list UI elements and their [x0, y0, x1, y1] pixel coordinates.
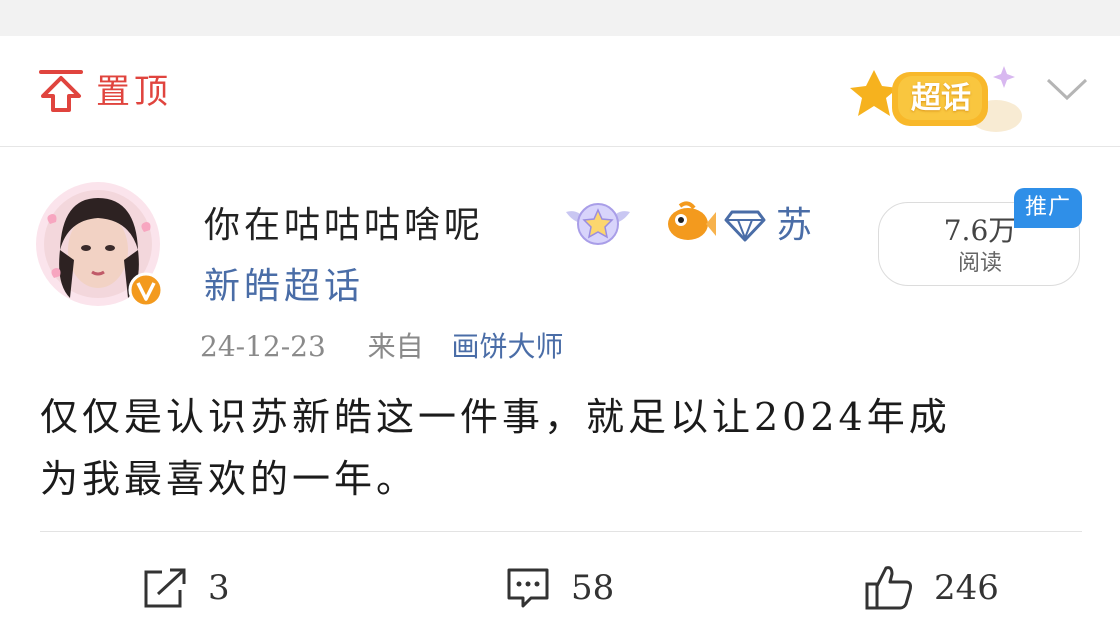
repost-icon — [144, 568, 186, 608]
super-topic-badge[interactable]: 超话 — [848, 60, 1028, 140]
pin-top-icon — [39, 70, 83, 112]
post-body: 仅仅是认识苏新皓这一件事，就足以让2024年成 为我最喜欢的一年。 — [40, 386, 1070, 510]
topic-link-continued[interactable]: 新皓超话 — [204, 264, 364, 310]
comment-count: 58 — [571, 568, 615, 608]
top-status-strip — [0, 0, 1120, 36]
diamond-icon — [724, 210, 766, 242]
verified-badge-icon — [128, 272, 164, 308]
avatar[interactable] — [34, 180, 166, 312]
chevron-down-icon[interactable] — [1044, 74, 1090, 104]
read-label: 阅读 — [957, 251, 1002, 276]
comment-icon — [507, 568, 549, 608]
divider — [0, 146, 1120, 147]
divider — [40, 531, 1082, 532]
medal-icon — [566, 203, 630, 245]
source-link[interactable]: 画饼大师 — [451, 330, 563, 363]
like-button[interactable]: 246 — [864, 562, 1014, 612]
promo-badge: 推广 — [1014, 188, 1082, 228]
username[interactable]: 你在咕咕咕啥呢 — [204, 204, 484, 248]
super-topic-label: 超话 — [911, 81, 971, 116]
thumbs-up-icon — [865, 566, 912, 610]
from-label: 来自 — [367, 330, 424, 363]
post-date: 24-12-23 — [200, 330, 326, 363]
post-meta: 24-12-23 来自 画饼大师 — [200, 330, 563, 364]
repost-button[interactable]: 3 — [142, 562, 252, 612]
post-line: 为我最喜欢的一年。 — [40, 457, 419, 501]
fan-fish-icon — [668, 201, 716, 240]
repost-count: 3 — [208, 568, 230, 608]
comment-button[interactable]: 58 — [505, 562, 635, 612]
pin-label: 置顶 — [96, 72, 172, 112]
like-count: 246 — [934, 568, 999, 608]
post-line: 仅仅是认识苏新皓这一件事，就足以让2024年成 — [40, 395, 951, 439]
topic-link[interactable]: 苏 — [776, 204, 812, 248]
